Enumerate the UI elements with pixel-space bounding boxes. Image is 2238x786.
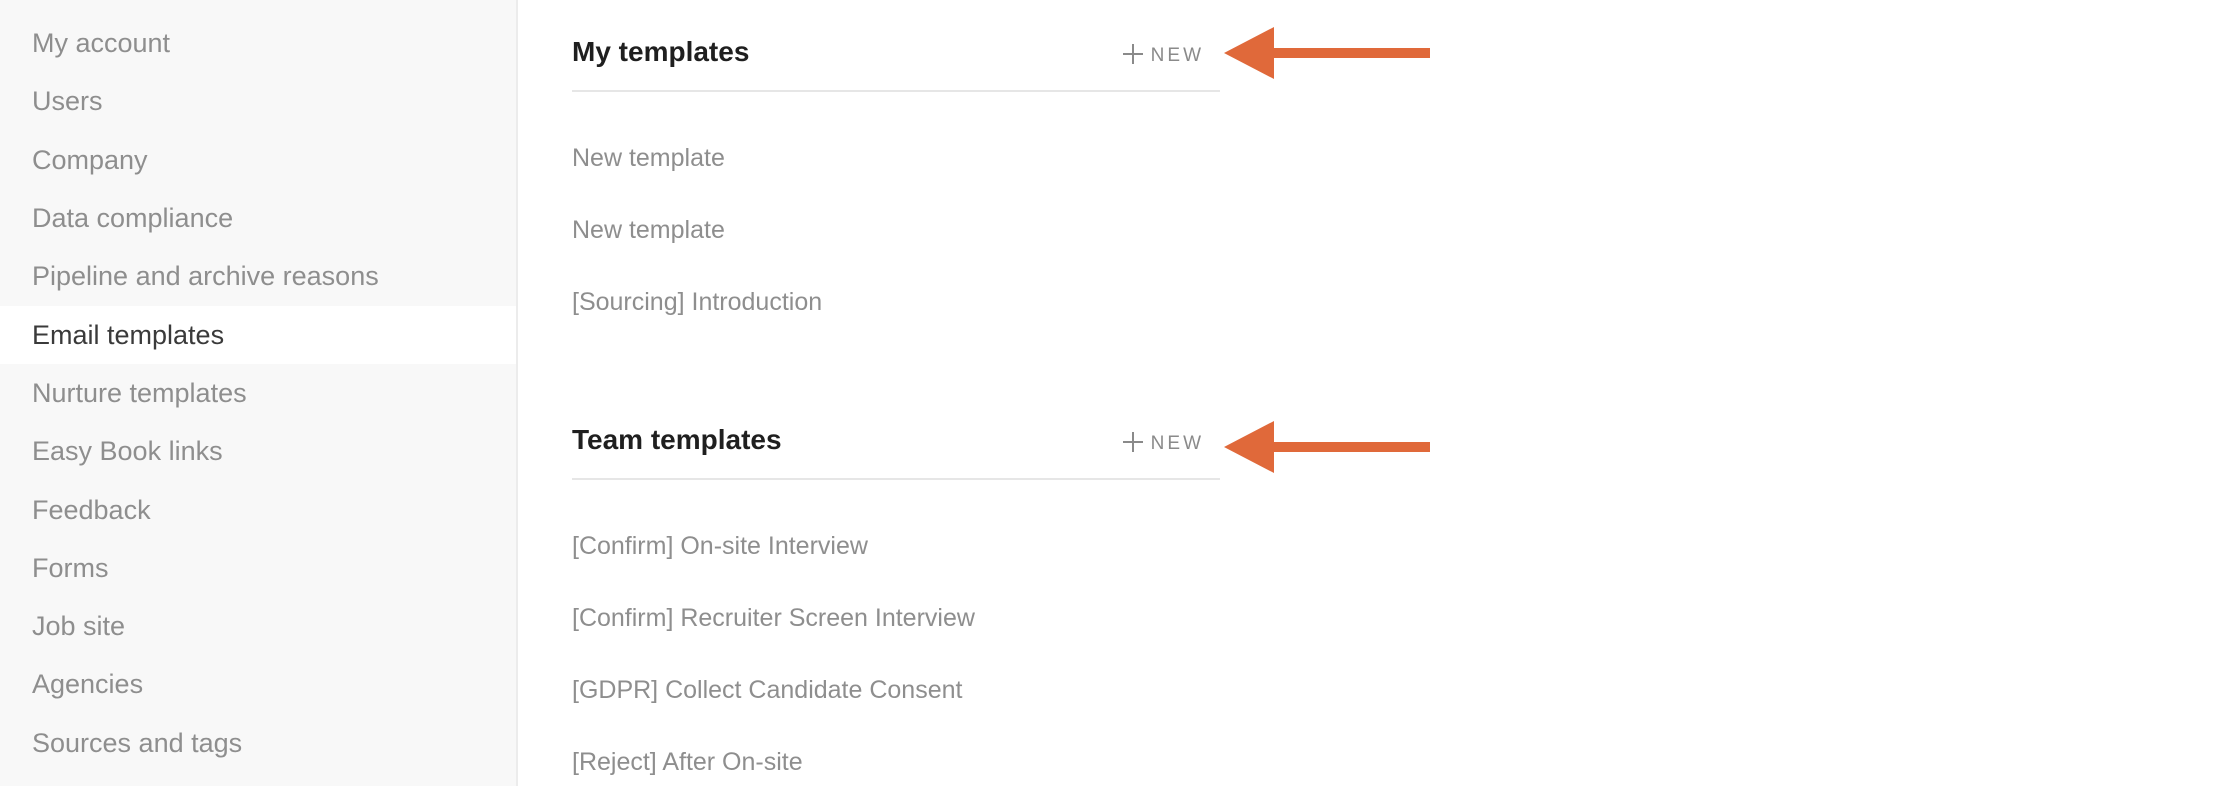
template-list-item[interactable]: [Reject] After On-site — [572, 742, 803, 782]
sidebar-item-feedback[interactable]: Feedback — [0, 481, 516, 539]
new-button-label: NEW — [1150, 433, 1204, 454]
settings-sidebar: My account Users Company Data compliance… — [0, 0, 518, 786]
template-list-item[interactable]: New template — [572, 210, 725, 250]
sidebar-item-nurture-templates[interactable]: Nurture templates — [0, 364, 516, 422]
plus-icon — [1122, 432, 1143, 452]
template-list-item[interactable]: [Sourcing] Introduction — [572, 282, 822, 322]
new-my-template-button[interactable]: NEW — [1122, 36, 1204, 72]
plus-icon — [1122, 44, 1143, 64]
team-templates-header: Team templates NEW — [572, 388, 1220, 480]
sidebar-item-email-templates[interactable]: Email templates — [0, 306, 516, 364]
new-button-label: NEW — [1150, 45, 1204, 66]
sidebar-item-sources-tags[interactable]: Sources and tags — [0, 714, 516, 772]
new-team-template-button[interactable]: NEW — [1122, 424, 1204, 460]
sidebar-item-data-compliance[interactable]: Data compliance — [0, 189, 516, 247]
sidebar-item-agencies[interactable]: Agencies — [0, 655, 516, 713]
sidebar-item-easy-book-links[interactable]: Easy Book links — [0, 422, 516, 480]
sidebar-item-users[interactable]: Users — [0, 72, 516, 130]
template-list-item[interactable]: [Confirm] On-site Interview — [572, 526, 868, 566]
template-list-item[interactable]: [GDPR] Collect Candidate Consent — [572, 670, 962, 710]
team-templates-title: Team templates — [572, 424, 782, 455]
annotation-arrow-icon — [1224, 421, 1430, 473]
sidebar-item-my-account[interactable]: My account — [0, 14, 516, 72]
sidebar-item-forms[interactable]: Forms — [0, 539, 516, 597]
my-templates-header: My templates NEW — [572, 0, 1220, 92]
template-list-item[interactable]: New template — [572, 138, 725, 178]
template-list-item[interactable]: [Confirm] Recruiter Screen Interview — [572, 598, 975, 638]
my-templates-title: My templates — [572, 36, 750, 67]
sidebar-item-job-site[interactable]: Job site — [0, 597, 516, 655]
settings-page: My account Users Company Data compliance… — [0, 0, 2238, 786]
sidebar-item-company[interactable]: Company — [0, 131, 516, 189]
annotation-arrow-icon — [1224, 27, 1430, 79]
sidebar-item-pipeline-archive-reasons[interactable]: Pipeline and archive reasons — [0, 247, 516, 305]
